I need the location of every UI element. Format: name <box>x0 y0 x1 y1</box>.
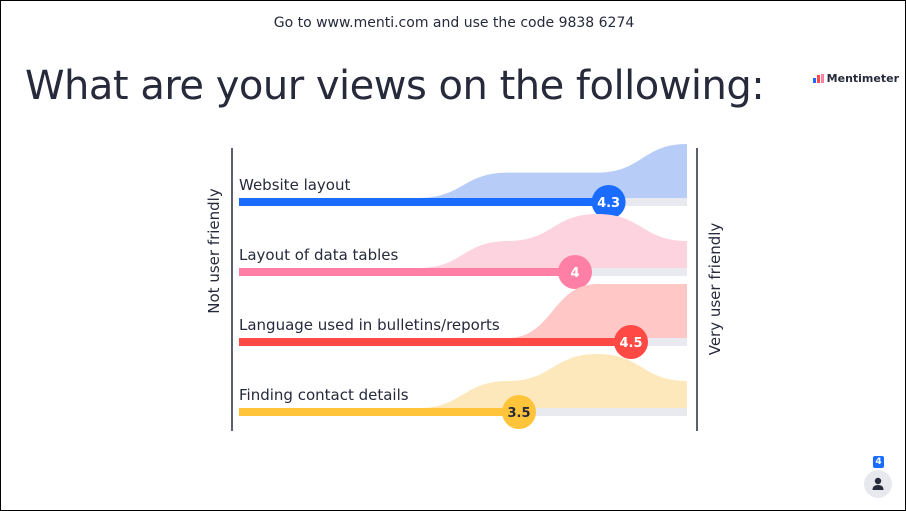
value-label: 4 <box>570 266 579 281</box>
value-label: 4.3 <box>597 196 620 211</box>
value-bar <box>239 198 609 206</box>
value-bar <box>239 338 631 346</box>
person-icon <box>864 470 892 498</box>
value-label: 3.5 <box>507 406 530 421</box>
participant-indicator: 4 <box>863 456 897 502</box>
value-bar <box>239 408 519 416</box>
participant-count-badge: 4 <box>873 456 884 468</box>
statement-label: Language used in bulletins/reports <box>239 316 500 334</box>
value-bar <box>239 268 575 276</box>
slide-frame: Go to www.menti.com and use the code 983… <box>0 0 906 511</box>
statement-label: Finding contact details <box>239 386 409 404</box>
statement-label: Layout of data tables <box>239 246 399 264</box>
value-label: 4.5 <box>619 336 642 351</box>
statement-label: Website layout <box>239 176 350 194</box>
scales-chart: Website layout 4.3 Layout of data tables 4 L… <box>231 144 698 431</box>
